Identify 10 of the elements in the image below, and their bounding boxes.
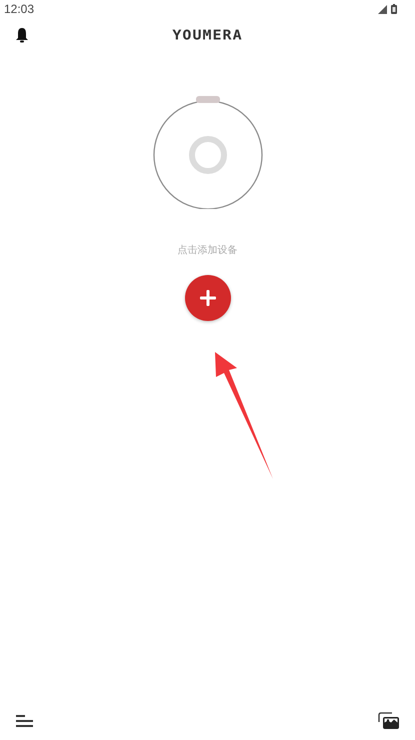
bell-icon[interactable] (15, 27, 29, 43)
status-time: 12:03 (4, 2, 34, 16)
menu-icon[interactable] (16, 714, 34, 728)
add-device-hint: 点击添加设备 (178, 244, 238, 257)
signal-icon (378, 4, 387, 14)
app-logo: YOUMERA (172, 26, 243, 44)
plus-icon (198, 289, 216, 307)
add-device-button[interactable] (184, 275, 230, 321)
gallery-icon[interactable] (378, 712, 400, 730)
battery-icon (391, 4, 397, 14)
